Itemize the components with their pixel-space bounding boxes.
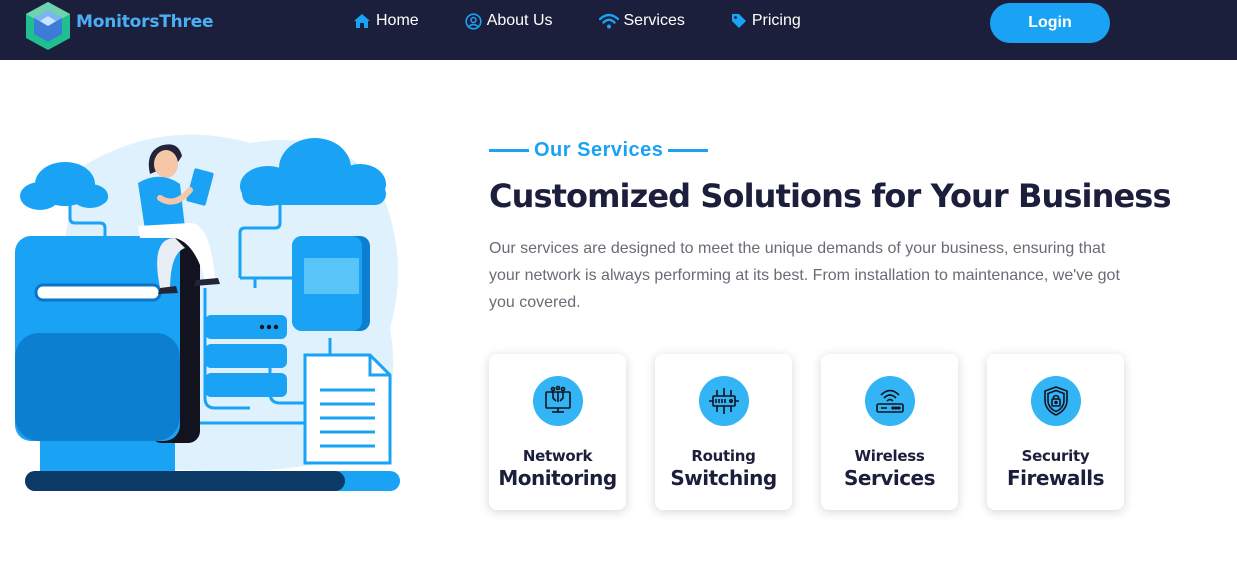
service-cards: Network Monitoring Routing Switching Wir… [489, 354, 1124, 510]
section-description: Our services are designed to meet the un… [489, 240, 1120, 311]
wifi-icon [598, 13, 619, 29]
router-icon [864, 376, 915, 426]
brand-name: MonitorsThree [76, 12, 214, 32]
monitor-device [292, 236, 370, 331]
network-monitor-icon [532, 376, 583, 426]
card-title-line2: Services [843, 466, 936, 490]
login-button[interactable]: Login [990, 3, 1110, 43]
card-title-line1: Routing [691, 447, 756, 465]
nav-home-label: Home [376, 12, 419, 29]
eyebrow-line-left [489, 148, 529, 152]
card-title-line2: Switching [670, 466, 777, 490]
server-tower [15, 236, 200, 473]
shield-lock-icon [1030, 376, 1081, 426]
navbar: MonitorsThree Home About Us Services Pri… [0, 0, 1237, 60]
home-icon [354, 14, 370, 28]
nav-about-us-label: About Us [486, 12, 553, 29]
services-section: Our Services Customized Solutions for Yo… [489, 136, 1172, 316]
hero-illustration [15, 134, 400, 491]
nav-pricing-label: Pricing [751, 12, 801, 29]
nav-about-us[interactable]: About Us [465, 12, 553, 30]
nav-services-label: Services [623, 12, 685, 29]
brand-logo[interactable]: MonitorsThree [22, 0, 214, 50]
eyebrow-line-right [668, 148, 709, 152]
card-title-line1: Security [1021, 447, 1090, 465]
user-circle-icon [465, 12, 482, 30]
service-card-routing-switching[interactable]: Routing Switching [655, 354, 792, 510]
service-card-wireless-services[interactable]: Wireless Services [821, 354, 958, 510]
main-nav: Home About Us Services Pricing [353, 12, 801, 30]
card-title-line1: Network [522, 447, 593, 465]
section-heading: Customized Solutions for Your Business [489, 177, 1172, 215]
section-eyebrow: Our Services [489, 136, 1149, 164]
nav-home[interactable]: Home [353, 12, 419, 30]
switch-icon [698, 376, 749, 426]
nav-pricing[interactable]: Pricing [731, 12, 801, 30]
nav-services[interactable]: Services [598, 12, 685, 30]
card-title-line1: Wireless [854, 447, 925, 465]
card-title-line2: Firewalls [1006, 466, 1105, 490]
document-icon [303, 353, 392, 465]
service-card-security-firewalls[interactable]: Security Firewalls [987, 354, 1124, 510]
storage-stack [205, 315, 287, 397]
card-title-line2: Monitoring [498, 466, 617, 490]
logo-cube-icon [26, 2, 70, 50]
tag-icon [731, 14, 746, 28]
eyebrow-text: Our Services [534, 138, 664, 161]
service-card-network-monitoring[interactable]: Network Monitoring [489, 354, 626, 510]
